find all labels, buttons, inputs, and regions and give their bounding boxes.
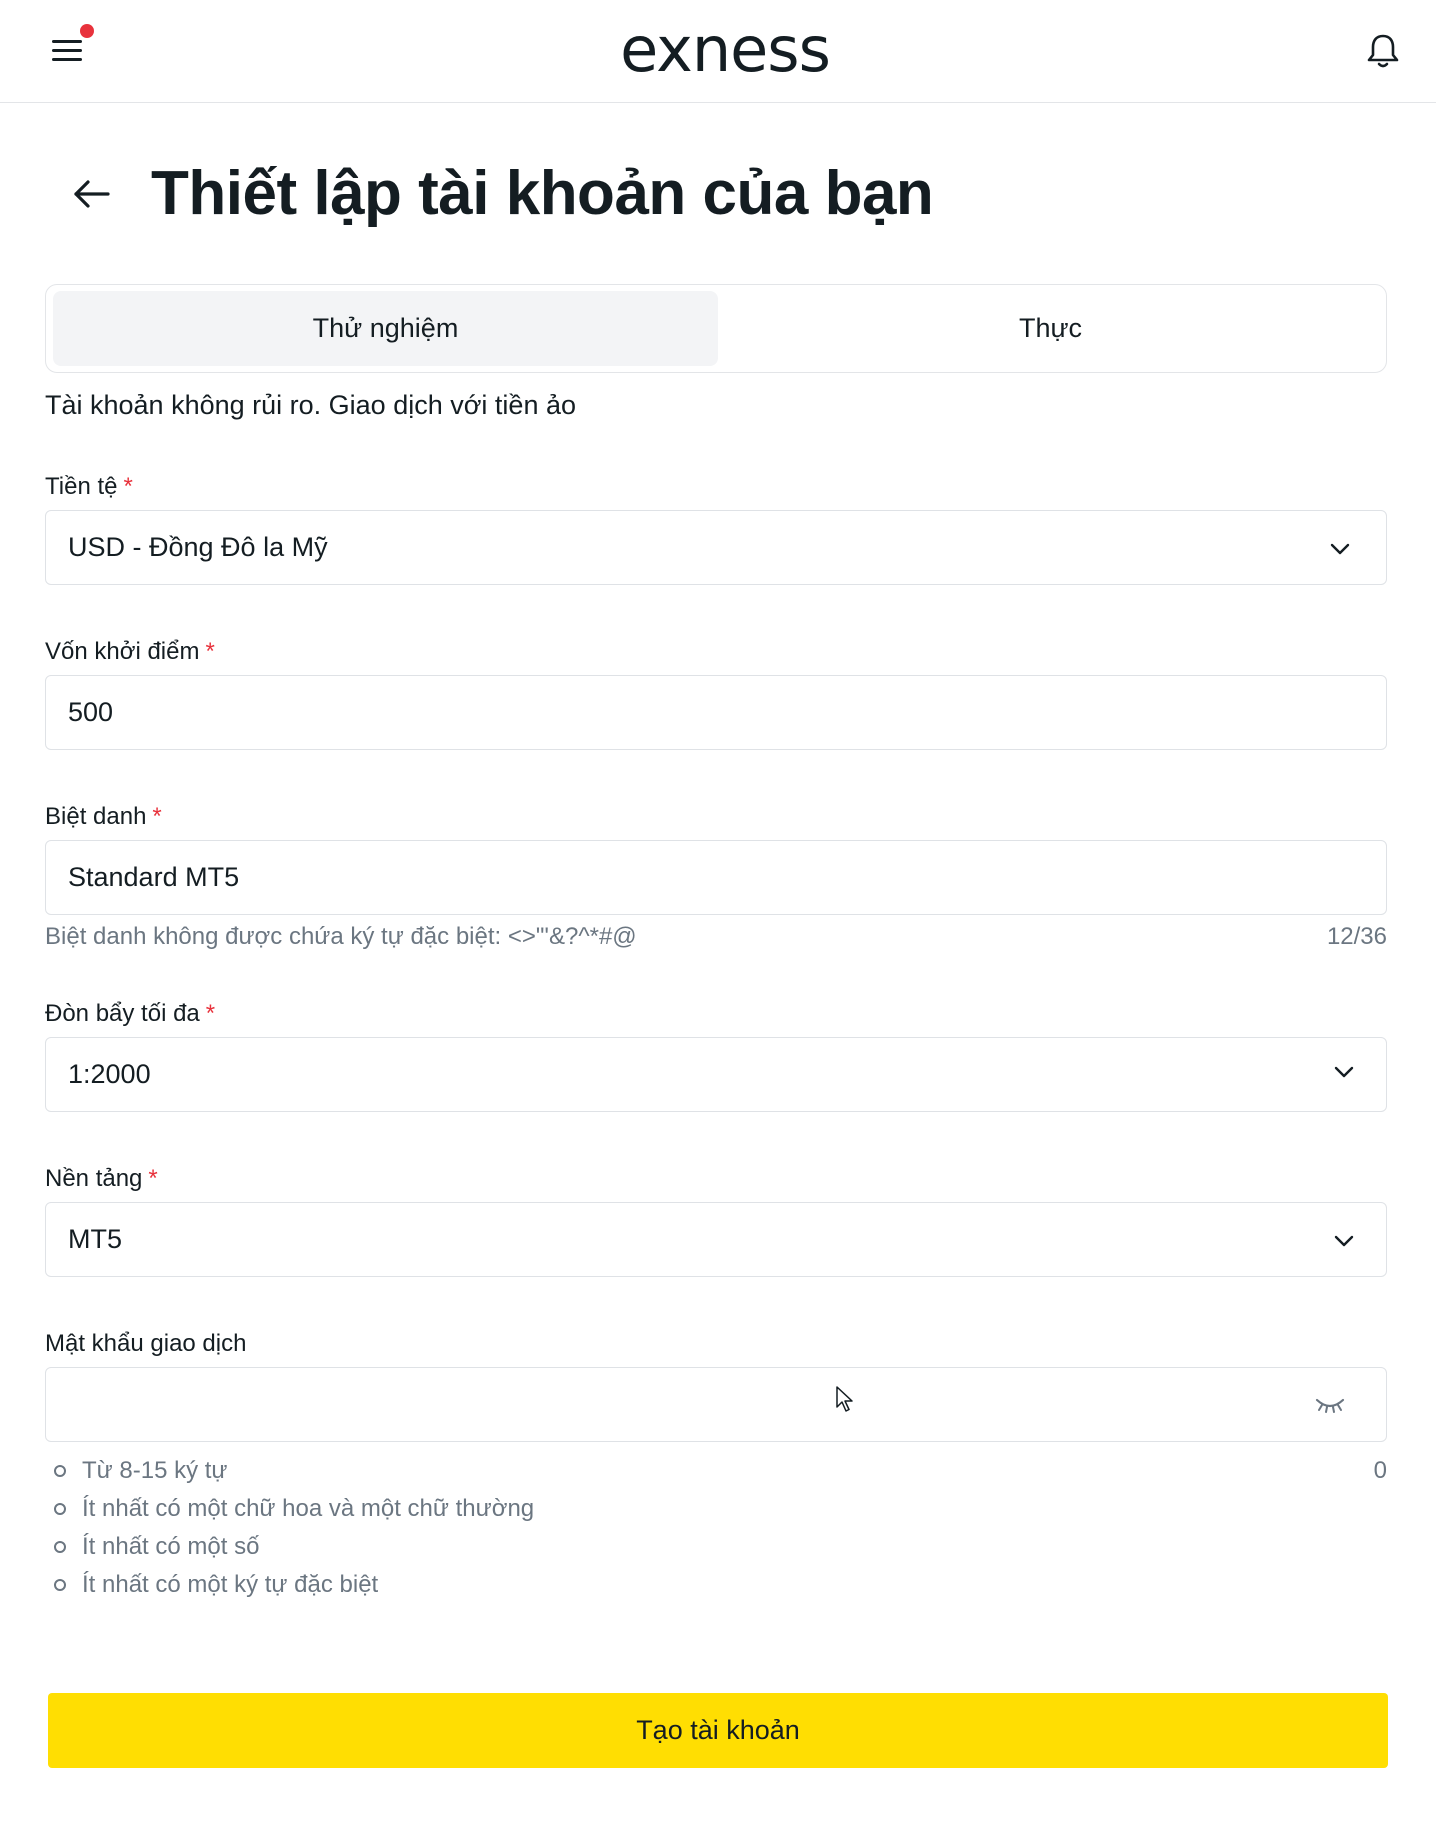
tab-real[interactable]: Thực	[718, 291, 1383, 366]
currency-select[interactable]: USD - Đồng Đô la Mỹ	[45, 510, 1387, 585]
nickname-counter: 12/36	[1326, 923, 1387, 950]
exness-logo[interactable]: exness	[560, 12, 890, 92]
password-field[interactable]	[45, 1367, 1387, 1442]
nickname-input[interactable]	[68, 851, 1308, 904]
eye-closed-icon[interactable]	[1314, 1392, 1346, 1418]
password-label: Mật khẩu giao dịch	[45, 1330, 247, 1357]
account-type-tabs: Thử nghiệm Thực	[45, 284, 1387, 373]
initial-balance-label-text: Vốn khởi điểm	[45, 638, 200, 665]
platform-label: Nền tảng *	[45, 1164, 158, 1194]
leverage-label-text: Đòn bẩy tối đa	[45, 1000, 200, 1027]
currency-label: Tiền tệ *	[45, 472, 133, 502]
rule-circle-icon	[54, 1503, 66, 1515]
chevron-down-icon	[1334, 1235, 1354, 1247]
currency-label-text: Tiền tệ	[45, 473, 118, 500]
bell-icon[interactable]	[1366, 32, 1400, 70]
required-asterisk: *	[205, 638, 215, 665]
chevron-down-icon	[1334, 1066, 1354, 1078]
mouse-cursor-icon	[836, 1386, 853, 1412]
arrow-left-icon[interactable]	[70, 172, 114, 216]
rule-circle-icon	[54, 1579, 66, 1591]
nickname-label: Biệt danh *	[45, 802, 162, 832]
initial-balance-field[interactable]	[45, 675, 1387, 750]
create-account-button[interactable]: Tạo tài khoản	[48, 1693, 1388, 1768]
password-counter: 0	[1373, 1457, 1387, 1484]
required-asterisk: *	[152, 803, 162, 830]
leverage-label: Đòn bẩy tối đa *	[45, 999, 215, 1029]
rule-text: Từ 8-15 ký tự	[82, 1457, 228, 1484]
rule-text: Ít nhất có một số	[82, 1533, 260, 1560]
notification-dot	[80, 24, 94, 38]
tab-description: Tài khoản không rủi ro. Giao dịch với ti…	[45, 390, 576, 420]
required-asterisk: *	[148, 1165, 158, 1192]
rule-text: Ít nhất có một chữ hoa và một chữ thường	[82, 1495, 535, 1522]
leverage-value: 1:2000	[68, 1059, 151, 1089]
initial-balance-label: Vốn khởi điểm *	[45, 637, 215, 667]
chevron-down-icon	[1330, 543, 1350, 555]
required-asterisk: *	[123, 473, 133, 500]
nickname-label-text: Biệt danh	[45, 803, 147, 830]
nickname-field[interactable]	[45, 840, 1387, 915]
page-title: Thiết lập tài khoản của bạn	[151, 159, 934, 228]
rule-circle-icon	[54, 1465, 66, 1477]
required-asterisk: *	[205, 1000, 216, 1027]
hamburger-menu-icon[interactable]	[52, 36, 84, 66]
platform-value: MT5	[68, 1224, 122, 1254]
platform-select[interactable]: MT5	[45, 1202, 1387, 1277]
top-header: exness	[0, 0, 1436, 103]
rule-text: Ít nhất có một ký tự đặc biệt	[82, 1571, 379, 1598]
rule-circle-icon	[54, 1541, 66, 1553]
password-input[interactable]	[68, 1378, 1268, 1431]
nickname-hint: Biệt danh không được chứa ký tự đặc biệt…	[45, 923, 637, 950]
initial-balance-input[interactable]	[68, 686, 1308, 739]
tab-demo[interactable]: Thử nghiệm	[53, 291, 718, 366]
currency-value: USD - Đồng Đô la Mỹ	[68, 532, 328, 562]
platform-label-text: Nền tảng	[45, 1165, 143, 1192]
leverage-select[interactable]: 1:2000	[45, 1037, 1387, 1112]
